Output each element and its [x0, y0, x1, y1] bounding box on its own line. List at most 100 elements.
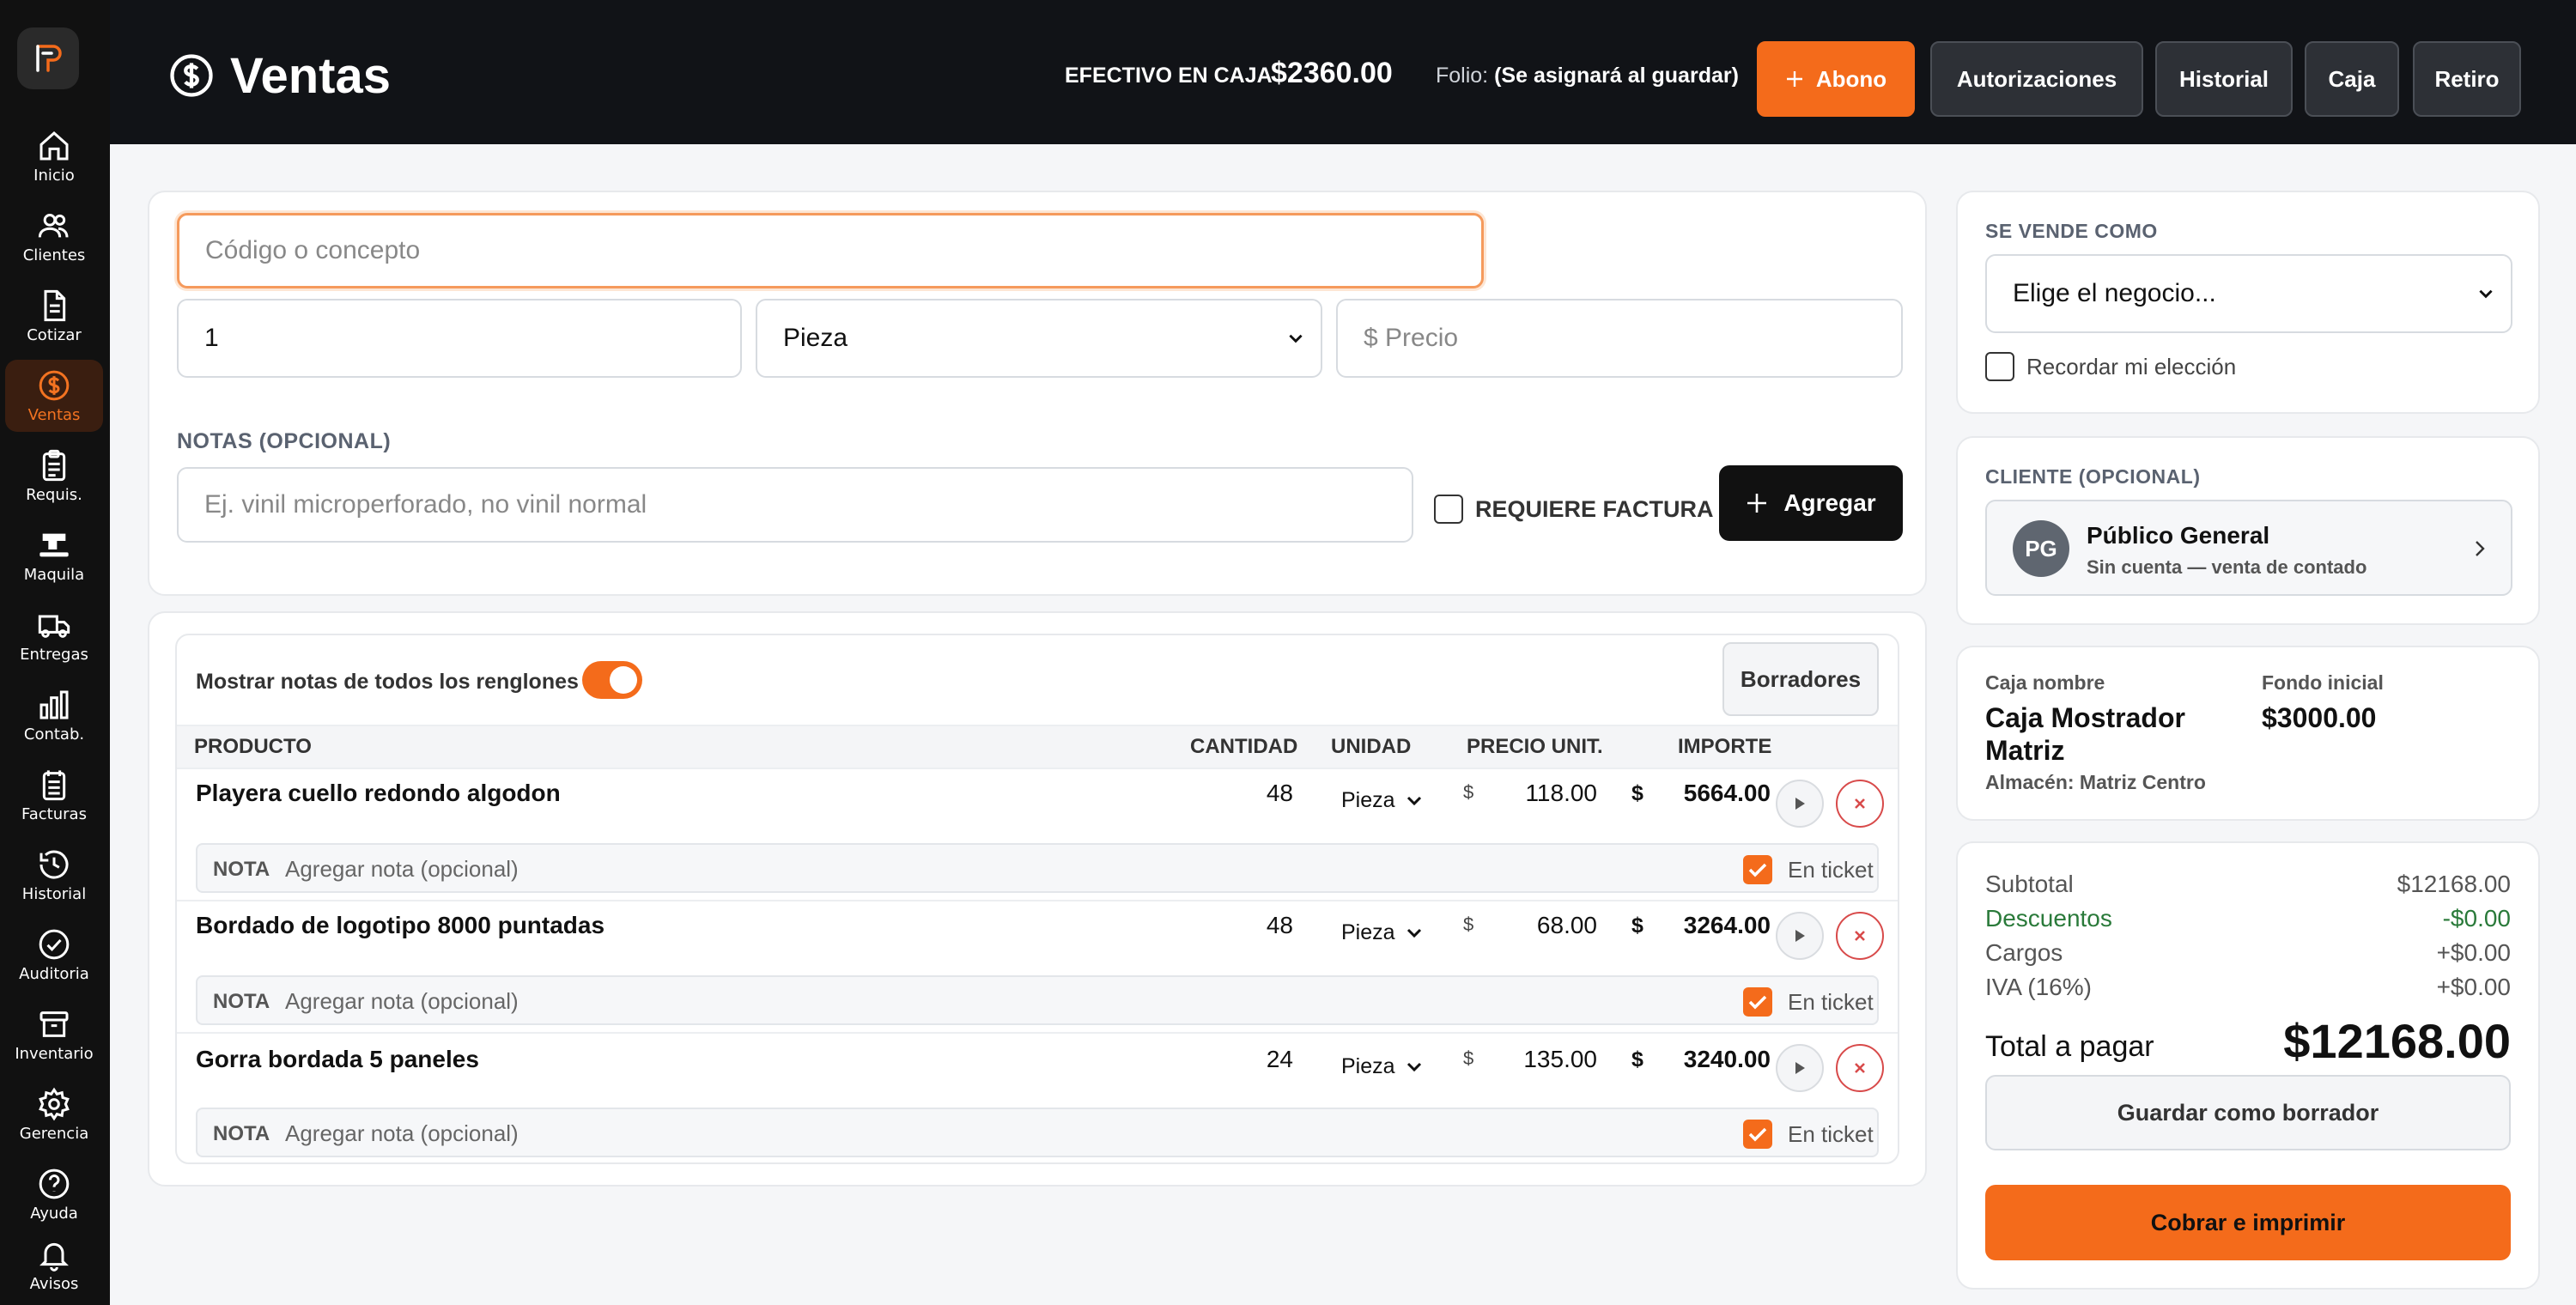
code-input[interactable]: Código o concepto	[177, 213, 1484, 288]
plus-icon	[1786, 71, 1802, 87]
page-title: Ventas	[168, 41, 391, 110]
sidebar-item-label: Gerencia	[19, 1124, 89, 1143]
client-label: CLIENTE (OPCIONAL)	[1985, 465, 2201, 488]
in-ticket-checkbox[interactable]	[1743, 987, 1772, 1017]
sidebar-item-historial[interactable]: Historial	[5, 839, 103, 911]
row-expand-button[interactable]	[1776, 780, 1824, 828]
note-input[interactable]: Agregar nota (opcional)	[285, 856, 519, 883]
row-expand-button[interactable]	[1776, 1044, 1824, 1092]
sidebar-item-label: Facturas	[21, 804, 87, 823]
autorizaciones-button-label: Autorizaciones	[1956, 65, 2117, 92]
note-input[interactable]: Agregar nota (opcional)	[285, 1120, 519, 1147]
row-unit-select[interactable]: Pieza	[1341, 920, 1422, 945]
save-draft-button[interactable]: Guardar como borrador	[1985, 1075, 2511, 1150]
in-ticket-checkbox[interactable]	[1743, 855, 1772, 884]
iva-row: IVA (16%) +$0.00	[1985, 974, 2511, 1001]
note-input[interactable]: Agregar nota (opcional)	[285, 988, 519, 1015]
abono-button[interactable]: Abono	[1757, 41, 1915, 117]
sidebar-item-auditoria[interactable]: Auditoria	[5, 919, 103, 991]
sidebar-item-label: Contab.	[23, 725, 85, 744]
retiro-button[interactable]: Retiro	[2413, 41, 2521, 117]
dollar-icon	[39, 370, 70, 400]
iva-label: IVA (16%)	[1985, 974, 2092, 1000]
discounts-label: Descuentos	[1985, 905, 2112, 932]
sidebar-item-label: Historial	[21, 884, 87, 903]
drafts-button-label: Borradores	[1740, 665, 1862, 692]
row-unit-value: Pieza	[1341, 920, 1395, 944]
add-button[interactable]: Agregar	[1719, 465, 1903, 541]
in-ticket-label: En ticket	[1788, 1121, 1874, 1147]
sidebar-item-entregas[interactable]: Entregas	[5, 599, 103, 671]
sidebar-item-ayuda[interactable]: Ayuda	[5, 1158, 103, 1230]
autorizaciones-button[interactable]: Autorizaciones	[1930, 41, 2143, 117]
row-expand-button[interactable]	[1776, 912, 1824, 960]
invoices-icon	[42, 769, 66, 800]
business-card: SE VENDE COMO Elige el negocio... Record…	[1956, 191, 2540, 414]
folio-value: (Se asignará al guardar)	[1494, 64, 1739, 88]
in-ticket-checkbox[interactable]	[1743, 1120, 1772, 1149]
historial-button[interactable]: Historial	[2155, 41, 2293, 117]
row-price-currency: $	[1463, 914, 1474, 935]
remember-checkbox[interactable]	[1985, 352, 2014, 381]
app-logo[interactable]	[17, 27, 79, 89]
row-amount: 3264.00	[1683, 912, 1771, 938]
subtotal-value: $12168.00	[2397, 871, 2511, 897]
total-label: Total a pagar	[1985, 1030, 2154, 1063]
unit-select-value: Pieza	[783, 324, 848, 352]
sidebar-item-clientes[interactable]: Clientes	[5, 200, 103, 272]
sidebar-item-cotizar[interactable]: Cotizar	[5, 280, 103, 352]
row-price-currency: $	[1463, 781, 1474, 803]
price-input[interactable]: $ Precio	[1336, 299, 1903, 378]
notes-input[interactable]: Ej. vinil microperforado, no vinil norma…	[177, 467, 1413, 543]
cash-label: EFECTIVO EN CAJA	[1065, 64, 1273, 88]
sidebar-item-inicio[interactable]: Inicio	[5, 120, 103, 192]
sidebar-item-inventario[interactable]: Inventario	[5, 998, 103, 1071]
remember-label: Recordar mi elección	[2026, 354, 2237, 379]
folio-label: Folio:	[1436, 64, 1489, 88]
sidebar-item-label: Inicio	[33, 166, 75, 185]
drafts-button[interactable]: Borradores	[1722, 642, 1879, 716]
show-notes-toggle[interactable]	[582, 661, 642, 699]
business-select[interactable]: Elige el negocio...	[1985, 254, 2512, 333]
row-amount-currency: $	[1631, 1047, 1643, 1071]
row-product: Playera cuello redondo algodon	[196, 780, 561, 806]
col-header-unit-price: PRECIO UNIT.	[1467, 735, 1603, 758]
unit-select[interactable]: Pieza	[756, 299, 1322, 378]
row-amount: 5664.00	[1683, 780, 1771, 806]
business-select-value: Elige el negocio...	[2013, 279, 2216, 307]
col-header-amount: IMPORTE	[1678, 735, 1772, 758]
charge-print-button[interactable]: Cobrar e imprimir	[1985, 1185, 2511, 1260]
quantity-input[interactable]: 1	[177, 299, 742, 378]
sold-as-label: SE VENDE COMO	[1985, 220, 2158, 242]
row-note-bar: NOTA Agregar nota (opcional) En ticket	[196, 843, 1879, 893]
row-delete-button[interactable]	[1836, 1044, 1884, 1092]
sidebar-item-requis[interactable]: Requis.	[5, 440, 103, 512]
avatar: PG	[2013, 520, 2069, 577]
row-delete-button[interactable]	[1836, 780, 1884, 828]
price-input-placeholder: $ Precio	[1364, 324, 1459, 352]
row-delete-button[interactable]	[1836, 912, 1884, 960]
row-unit-value: Pieza	[1341, 1054, 1395, 1078]
sidebar-item-avisos[interactable]: Avisos	[5, 1228, 103, 1302]
sidebar-item-maquila[interactable]: Maquila	[5, 519, 103, 592]
sidebar-item-gerencia[interactable]: Gerencia	[5, 1078, 103, 1150]
document-icon	[44, 289, 66, 321]
sidebar-item-label: Inventario	[15, 1044, 94, 1063]
caja-button[interactable]: Caja	[2305, 41, 2399, 117]
sidebar-item-facturas[interactable]: Facturas	[5, 759, 103, 831]
in-ticket-label: En ticket	[1788, 857, 1874, 883]
items-table: Mostrar notas de todos los renglones Bor…	[175, 634, 1899, 1164]
sidebar-item-contab[interactable]: Contab.	[5, 679, 103, 751]
client-selector[interactable]: PG Público General Sin cuenta — venta de…	[1985, 500, 2512, 596]
row-unit-select[interactable]: Pieza	[1341, 1054, 1422, 1079]
top-header: Ventas EFECTIVO EN CAJA $2360.00 Folio: …	[110, 0, 2576, 144]
play-icon	[1795, 1062, 1805, 1074]
cashbox-name-line1: Caja Mostrador	[1985, 702, 2185, 733]
total-value: $12168.00	[2283, 1014, 2511, 1068]
row-unit-select[interactable]: Pieza	[1341, 788, 1422, 813]
invoice-checkbox[interactable]	[1434, 495, 1463, 524]
sidebar-item-ventas[interactable]: Ventas	[5, 360, 103, 432]
check-circle-icon	[39, 929, 70, 959]
note-tag: NOTA	[213, 1122, 270, 1145]
row-note-bar: NOTA Agregar nota (opcional) En ticket	[196, 1108, 1879, 1157]
